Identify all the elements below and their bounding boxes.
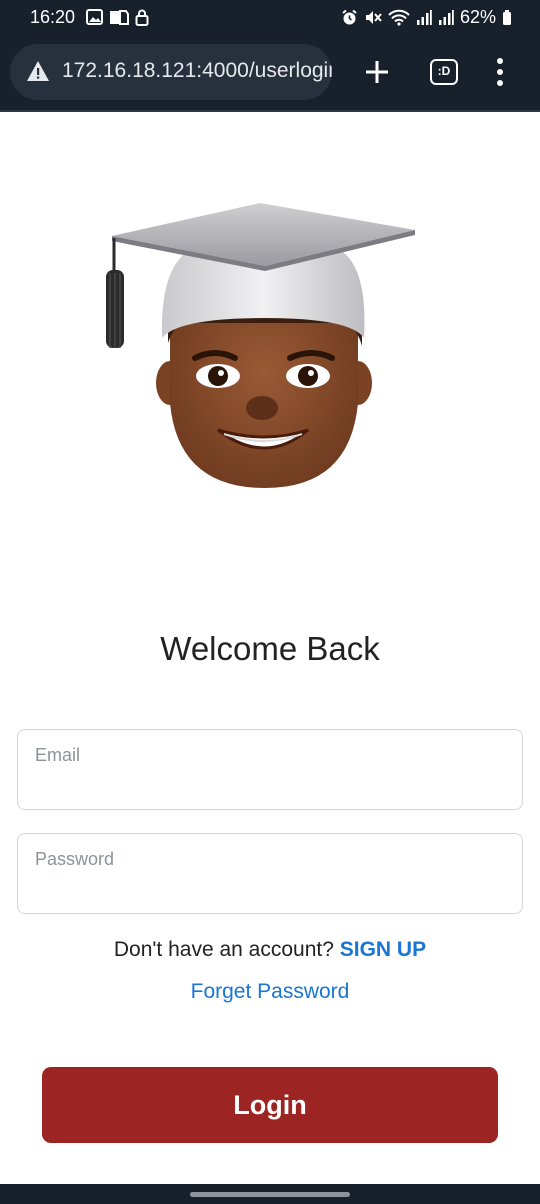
email-field[interactable] xyxy=(17,729,523,810)
signal-icon xyxy=(416,9,432,26)
image-icon xyxy=(86,9,103,31)
battery-percentage: 62% xyxy=(459,7,496,27)
signup-row: Don't have an account? SIGN UP xyxy=(0,938,540,962)
status-bar: 16:20 62% xyxy=(0,0,540,38)
alarm-icon xyxy=(341,9,358,26)
signup-link[interactable]: SIGN UP xyxy=(340,938,426,961)
browser-toolbar: 172.16.18.121:4000/userlogin :D xyxy=(0,38,540,112)
password-field[interactable] xyxy=(17,833,523,914)
sim-icon xyxy=(109,9,129,31)
address-bar[interactable]: 172.16.18.121:4000/userlogin xyxy=(10,44,332,100)
mute-icon xyxy=(364,9,382,26)
lock-icon xyxy=(135,9,149,31)
status-time: 16:20 xyxy=(30,7,76,27)
password-input[interactable] xyxy=(35,844,505,874)
plus-icon[interactable] xyxy=(360,55,394,89)
navigation-bar xyxy=(0,1184,540,1204)
warning-icon[interactable] xyxy=(26,60,50,87)
signup-prompt: Don't have an account? xyxy=(113,938,340,961)
url-text[interactable]: 172.16.18.121:4000/userlogin xyxy=(62,59,332,83)
forget-password-link[interactable]: Forget Password xyxy=(0,980,540,1004)
home-indicator[interactable] xyxy=(190,1192,350,1197)
more-vert-icon[interactable] xyxy=(490,56,510,88)
battery-icon xyxy=(502,9,512,26)
wifi-icon xyxy=(388,9,410,26)
signal-icon xyxy=(438,9,454,26)
login-button[interactable]: Login xyxy=(42,1067,498,1143)
email-input[interactable] xyxy=(35,740,505,770)
tab-switcher-icon[interactable]: :D xyxy=(430,59,458,85)
page-title: Welcome Back xyxy=(160,630,380,667)
graduate-avatar-image xyxy=(100,198,420,493)
